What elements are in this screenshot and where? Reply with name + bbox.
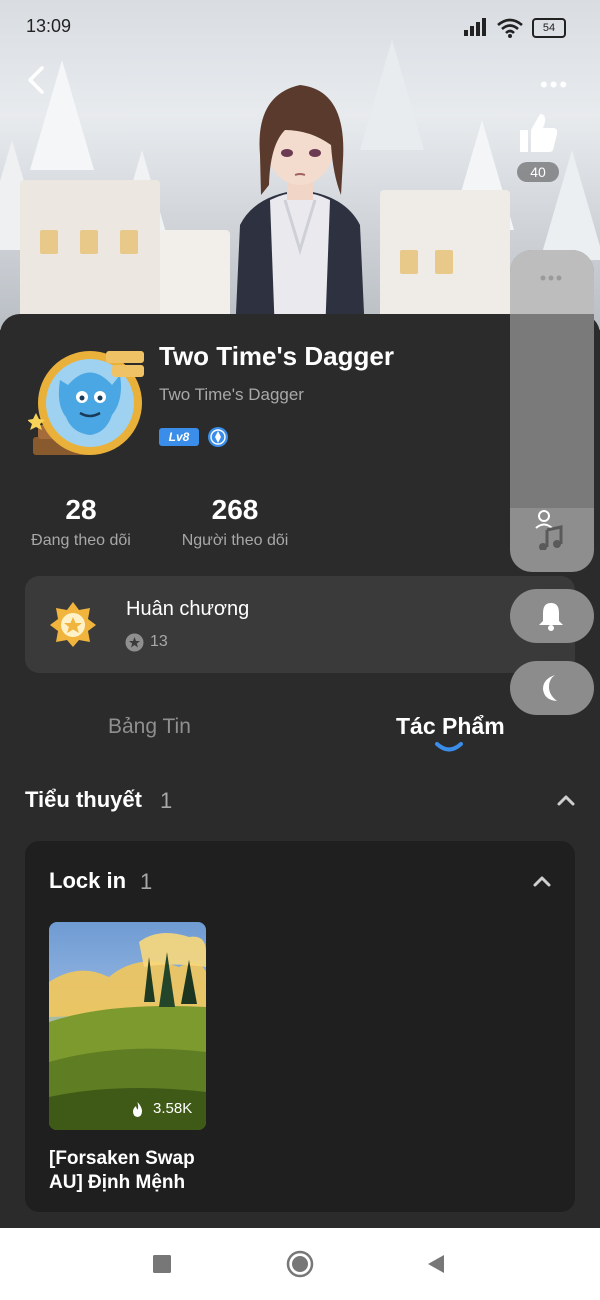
bell-icon — [539, 603, 563, 631]
following-label: Đang theo dõi — [31, 532, 131, 549]
tab-works[interactable]: Tác Phẩm — [396, 713, 505, 740]
following-stat[interactable]: 28 Đang theo dõi — [22, 494, 140, 550]
profile-handle: Two Time's Dagger — [159, 385, 304, 404]
chat-bubble-icon[interactable] — [536, 266, 566, 290]
status-bar: 13:09 54 — [0, 0, 600, 56]
wifi-icon — [497, 18, 523, 38]
following-count: 28 — [65, 494, 97, 525]
more-options-icon[interactable]: ••• — [540, 72, 569, 98]
level-badge: Lv8 — [159, 428, 199, 446]
back-nav-icon[interactable] — [427, 1254, 445, 1274]
followers-label: Người theo dõi — [181, 532, 289, 549]
star-icon — [125, 633, 144, 652]
status-time: 13:09 — [26, 16, 72, 36]
book-cover-art — [49, 933, 206, 1130]
medal-icon — [50, 602, 96, 647]
battery-indicator: 54 — [532, 18, 566, 38]
chevron-up-icon[interactable] — [556, 793, 576, 807]
fire-icon — [133, 1102, 142, 1117]
snow-house — [20, 180, 160, 320]
section-count: 1 — [160, 788, 173, 813]
followers-stat[interactable]: 268 Người theo dõi — [172, 494, 298, 550]
view-count: 3.58K — [153, 1100, 193, 1117]
book-title[interactable]: [Forsaken Swap AU] Định Mệnh — [49, 1147, 219, 1195]
character-illustration — [235, 85, 365, 330]
back-arrow-icon[interactable] — [22, 62, 52, 98]
active-tab-indicator — [435, 742, 463, 752]
like-count: 40 — [517, 162, 559, 182]
chevron-up-icon[interactable] — [532, 874, 552, 888]
system-nav-bar — [0, 1228, 600, 1300]
snow-house — [380, 190, 510, 320]
moon-icon — [543, 675, 557, 701]
section-title: Tiểu thuyết — [25, 787, 142, 812]
music-note-icon[interactable] — [533, 508, 567, 550]
verified-badge-icon — [208, 427, 228, 447]
medal-title: Huân chương — [126, 598, 250, 620]
recent-apps-icon[interactable] — [153, 1255, 171, 1273]
home-icon[interactable] — [286, 1250, 314, 1278]
medal-count: 13 — [150, 633, 168, 650]
thumbs-up-icon[interactable] — [514, 110, 560, 156]
book-cover[interactable] — [49, 922, 206, 1130]
signal-icon — [464, 18, 486, 36]
medal-card[interactable] — [25, 576, 575, 673]
tab-feed[interactable]: Bảng Tin — [108, 715, 191, 739]
profile-name: Two Time's Dagger — [159, 341, 394, 371]
collection-title: Lock in — [49, 868, 127, 893]
followers-count: 268 — [211, 494, 259, 525]
collection-count: 1 — [140, 869, 153, 894]
avatar[interactable] — [28, 345, 150, 463]
